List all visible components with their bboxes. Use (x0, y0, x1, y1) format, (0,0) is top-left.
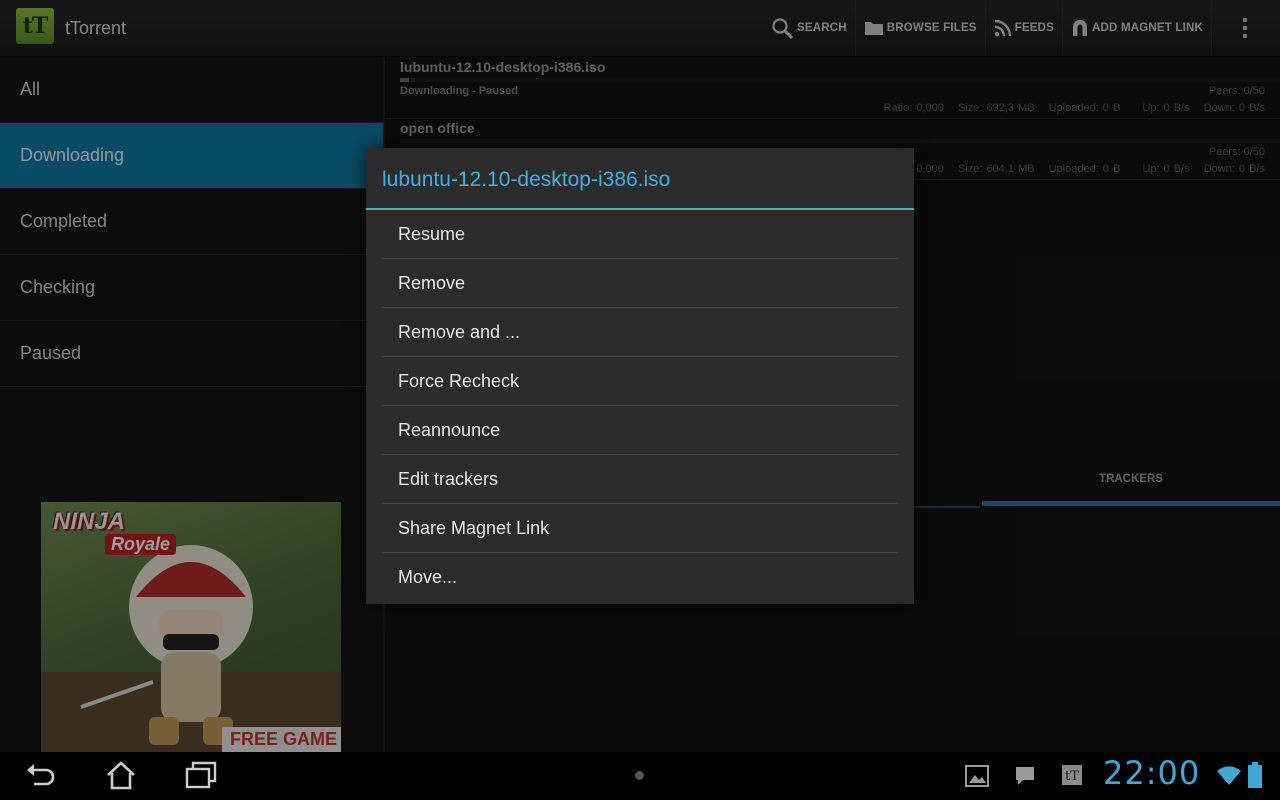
nav-center-dot (635, 771, 644, 780)
menu-item-reannounce[interactable]: Reannounce (382, 406, 898, 455)
menu-item-edit-trackers[interactable]: Edit trackers (382, 455, 898, 504)
chat-icon[interactable] (1015, 766, 1035, 786)
torrent-context-dialog: lubuntu-12.10-desktop-i386.iso Resume Re… (366, 148, 914, 604)
menu-item-force-recheck[interactable]: Force Recheck (382, 357, 898, 406)
menu-item-move[interactable]: Move... (382, 553, 898, 601)
clock[interactable]: 22:00 (1103, 754, 1200, 792)
wifi-icon[interactable] (1216, 764, 1242, 786)
back-icon[interactable] (24, 758, 58, 792)
notification-icon-text: tT (1065, 769, 1079, 784)
ttorrent-notification-icon[interactable]: tT (1061, 764, 1083, 786)
gallery-icon[interactable] (965, 765, 989, 787)
system-bar: tT 22:00 (0, 752, 1280, 800)
menu-item-resume[interactable]: Resume (382, 210, 898, 259)
home-icon[interactable] (104, 758, 138, 792)
recent-apps-icon[interactable] (184, 758, 218, 792)
battery-icon[interactable] (1248, 762, 1262, 788)
dialog-menu: Resume Remove Remove and ... Force Reche… (382, 210, 898, 601)
menu-item-share-magnet-link[interactable]: Share Magnet Link (382, 504, 898, 553)
menu-item-remove[interactable]: Remove (382, 259, 898, 308)
menu-item-remove-and[interactable]: Remove and ... (382, 308, 898, 357)
dialog-title: lubuntu-12.10-desktop-i386.iso (366, 148, 914, 210)
